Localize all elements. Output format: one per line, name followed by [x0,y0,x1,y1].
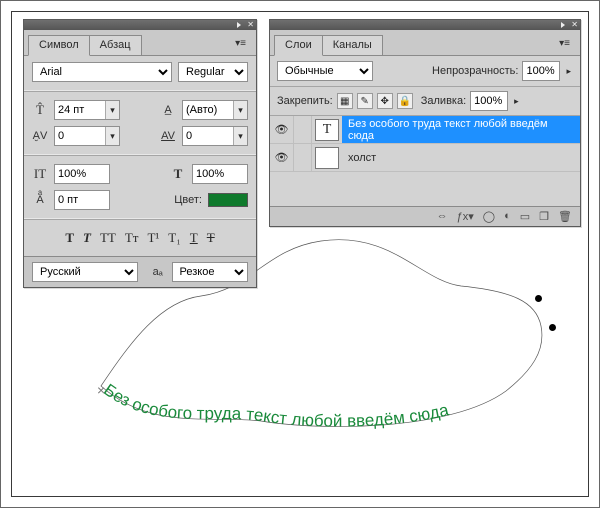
kerning-icon: A̮V [32,130,48,142]
antialias-icon: aₐ [150,266,166,278]
lock-label: Закрепить: [277,95,333,107]
adjustment-layer-button[interactable]: ◐ [504,210,511,223]
faux-italic-button[interactable]: T [83,230,91,246]
layer-row[interactable]: 👁 TБез особого труда текст любой введём с… [270,116,580,144]
kerning-input[interactable]: ▾ [54,126,120,146]
panel-titlebar[interactable]: ✕ [24,20,256,30]
fill-label: Заливка: [421,95,466,107]
panel-titlebar[interactable]: ✕ [270,20,580,30]
link-layers-button[interactable]: ⇔ [437,210,448,223]
allcaps-button[interactable]: TT [100,230,116,246]
panel-menu-icon[interactable]: ▾≡ [553,36,576,55]
collapse-icon[interactable] [561,22,565,28]
lock-pixels-button[interactable]: ▦ [337,93,353,109]
path-anchor[interactable] [549,324,556,331]
hscale-icon: T [170,166,186,182]
path-anchor[interactable] [535,295,542,302]
lock-paint-button[interactable]: ✎ [357,93,373,109]
collapse-icon[interactable] [237,22,241,28]
leading-icon: A̲ [160,104,176,116]
tab-character[interactable]: Символ [28,35,90,56]
color-swatch[interactable] [208,193,248,207]
smallcaps-button[interactable]: Tᴛ [125,230,139,246]
leading-input[interactable]: ▾ [182,100,248,120]
layer-mask-button[interactable]: ◯ [483,210,495,223]
fill-input[interactable] [470,91,508,111]
font-family-select[interactable]: Arial [32,62,172,82]
layer-name[interactable]: Без особого труда текст любой введём сюд… [342,116,580,143]
font-size-icon: T̂ [32,102,48,118]
lock-all-button[interactable]: 🔒 [397,93,413,109]
close-icon[interactable]: ✕ [247,21,254,29]
subscript-button[interactable]: T₁ [168,230,180,246]
layer-thumbnail[interactable]: T [315,119,339,141]
superscript-button[interactable]: T¹ [147,230,159,246]
new-layer-button[interactable]: ❐ [539,210,549,223]
antialias-select[interactable]: Резкое [172,262,249,282]
text-on-path[interactable]: Без особого труда текст любой введём сюд… [100,380,451,430]
tab-layers[interactable]: Слои [274,35,323,56]
visibility-toggle[interactable]: 👁 [270,116,294,143]
delete-layer-button[interactable]: 🗑 [558,210,572,223]
opacity-flyout-icon[interactable]: ▸ [564,66,573,77]
vscale-icon: IT [32,166,48,182]
layer-list: 👁 TБез особого труда текст любой введём с… [270,116,580,206]
layer-thumbnail[interactable] [315,147,339,169]
faux-bold-button[interactable]: T [65,230,74,246]
path-start-marker: × [97,382,105,398]
lock-position-button[interactable]: ✥ [377,93,393,109]
font-size-input[interactable]: ▾ [54,100,120,120]
font-style-select[interactable]: Regular [178,62,248,82]
character-panel: ✕ Символ Абзац ▾≡ Arial Regular T̂ ▾ A̲ … [23,19,257,288]
visibility-toggle[interactable]: 👁 [270,144,294,171]
tracking-icon: AV [160,130,176,142]
baseline-icon: Aͣ [32,194,48,206]
opacity-input[interactable] [522,61,560,81]
tab-paragraph[interactable]: Абзац [89,35,142,55]
opacity-label: Непрозрачность: [432,65,518,77]
layer-link-cell[interactable] [294,116,312,143]
underline-button[interactable]: T [190,230,198,246]
layer-fx-button[interactable]: ƒx▾ [457,210,474,223]
tracking-input[interactable]: ▾ [182,126,248,146]
layer-name[interactable]: холст [342,144,580,171]
panel-menu-icon[interactable]: ▾≡ [229,36,252,55]
layers-panel: ✕ Слои Каналы ▾≡ Обычные Непрозрачность:… [269,19,581,227]
blend-mode-select[interactable]: Обычные [277,61,373,81]
type-style-buttons: T T TT Tᴛ T¹ T₁ T T [32,228,248,250]
layer-link-cell[interactable] [294,144,312,171]
fill-flyout-icon[interactable]: ▸ [512,96,521,107]
hscale-input[interactable] [192,164,248,184]
tab-channels[interactable]: Каналы [322,35,383,55]
vscale-input[interactable] [54,164,110,184]
layer-row[interactable]: 👁 холст [270,144,580,172]
baseline-input[interactable] [54,190,110,210]
close-icon[interactable]: ✕ [571,21,578,29]
language-select[interactable]: Русский [32,262,138,282]
layer-group-button[interactable]: ▭ [520,210,530,223]
color-label: Цвет: [174,194,202,206]
strikethrough-button[interactable]: T [207,230,215,246]
